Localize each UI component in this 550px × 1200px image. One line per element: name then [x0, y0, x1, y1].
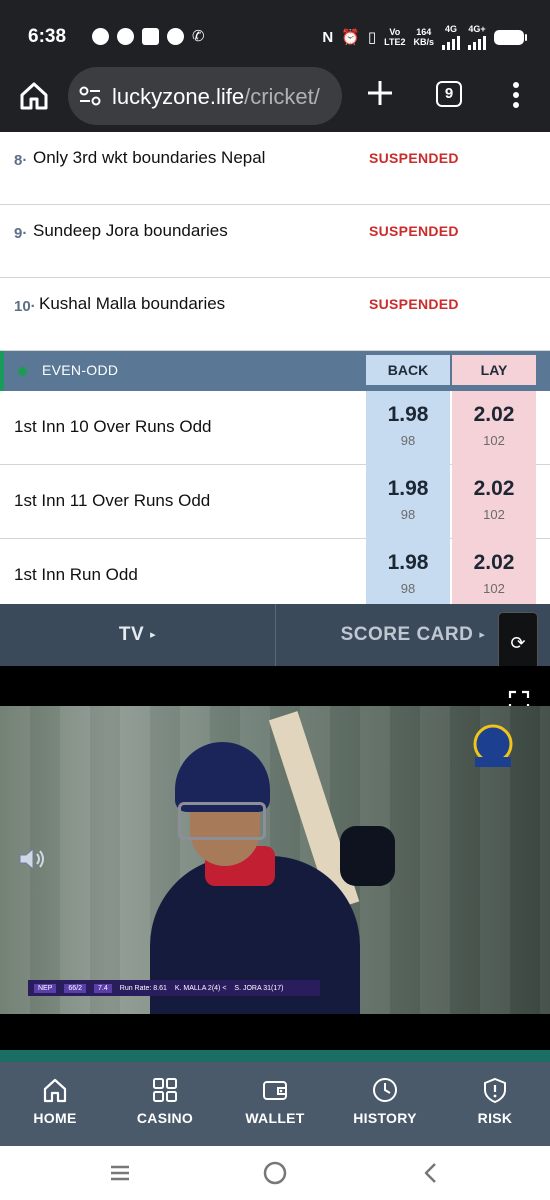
- url-text: luckyzone.life/cricket/: [112, 84, 320, 109]
- alarm-icon: ⏰: [341, 29, 360, 46]
- market-name: Only 3rd wkt boundaries Nepal: [33, 148, 266, 167]
- chevron-right-icon: ▸: [150, 629, 157, 641]
- market-index: 8·: [14, 152, 28, 169]
- back-icon[interactable]: [418, 1160, 444, 1186]
- nav-risk[interactable]: RISK: [440, 1062, 550, 1146]
- media-tabs: TV ▸ SCORE CARD ▸: [0, 604, 550, 666]
- divider: [0, 1050, 550, 1062]
- even-odd-row: 1st Inn 11 Over Runs Odd 1.98 98 2.02 10…: [0, 465, 550, 539]
- lay-price: 2.02: [473, 551, 515, 574]
- home-circle-icon[interactable]: [262, 1160, 288, 1186]
- live-dot-icon: [18, 367, 27, 376]
- home-icon[interactable]: [18, 80, 50, 112]
- fancy-market-row: 9· Sundeep Jora boundaries SUSPENDED: [0, 205, 550, 278]
- back-price: 1.98: [387, 551, 429, 574]
- suspended-status: SUSPENDED: [369, 296, 459, 312]
- speaker-icon[interactable]: [18, 846, 48, 872]
- fancy-market-row: 10· Kushal Malla boundaries SUSPENDED: [0, 278, 550, 351]
- back-price: 1.98: [387, 403, 429, 426]
- phone-icon: ✆: [192, 28, 205, 45]
- suspended-status: SUSPENDED: [369, 223, 459, 239]
- back-size: 98: [400, 433, 416, 448]
- section-title: EVEN-ODD: [42, 362, 119, 378]
- nav-casino[interactable]: CASINO: [110, 1062, 220, 1146]
- market-content: 8· Only 3rd wkt boundaries Nepal SUSPEND…: [0, 132, 550, 613]
- vibrate-icon: ▯: [367, 29, 377, 46]
- sim1-signal: 4G: [442, 24, 460, 50]
- nav-history[interactable]: HISTORY: [330, 1062, 440, 1146]
- suspended-status: SUSPENDED: [369, 150, 459, 166]
- back-size: 98: [400, 581, 416, 596]
- lay-size: 102: [483, 581, 505, 596]
- tab-switcher-button[interactable]: 9: [436, 81, 462, 107]
- whatsapp-icon: [117, 28, 134, 45]
- sim2-signal: 4G+: [468, 24, 486, 50]
- clock-icon: [373, 1078, 397, 1102]
- network-speed: 164 KB/s: [413, 27, 434, 47]
- wallet-icon: [263, 1081, 287, 1100]
- video-frame: NEP 66/2 7.4 Run Rate: 8.61 K. MALLA 2(4…: [0, 706, 550, 1014]
- status-bar: 6:38 ✆ N ⏰ ▯ Vo LTE2 164 KB/s 4G 4G+: [0, 0, 550, 64]
- lay-price: 2.02: [473, 477, 515, 500]
- chevron-right-icon: ▸: [479, 629, 486, 641]
- lay-column-header: LAY: [452, 355, 536, 385]
- lay-size: 102: [483, 433, 505, 448]
- lay-odds-button[interactable]: 2.02 102: [452, 465, 536, 539]
- live-video-player[interactable]: NEP 66/2 7.4 Run Rate: 8.61 K. MALLA 2(4…: [0, 666, 550, 1050]
- back-column-header: BACK: [366, 355, 450, 385]
- square-app-icon: [142, 28, 159, 45]
- signal-bars-icon: [468, 34, 486, 50]
- even-odd-row: 1st Inn Run Odd 1.98 98 2.02 102: [0, 539, 550, 613]
- facebook-icon: [167, 28, 184, 45]
- lay-price: 2.02: [473, 403, 515, 426]
- market-index: 9·: [14, 225, 28, 242]
- tab-tv[interactable]: TV ▸: [0, 604, 275, 666]
- nav-home[interactable]: HOME: [0, 1062, 110, 1146]
- market-name: Sundeep Jora boundaries: [33, 221, 228, 240]
- overflow-menu-icon[interactable]: [510, 80, 522, 110]
- grid-icon: [153, 1078, 177, 1102]
- score-overlay: NEP 66/2 7.4 Run Rate: 8.61 K. MALLA 2(4…: [28, 980, 320, 996]
- lay-odds-button[interactable]: 2.02 102: [452, 539, 536, 613]
- nav-wallet[interactable]: WALLET: [220, 1062, 330, 1146]
- fancy-market-row: 8· Only 3rd wkt boundaries Nepal SUSPEND…: [0, 132, 550, 205]
- back-odds-button[interactable]: 1.98 98: [366, 391, 450, 465]
- volte-label: Vo LTE2: [384, 27, 406, 47]
- battery-icon: [494, 29, 527, 45]
- even-odd-row: 1st Inn 10 Over Runs Odd 1.98 98 2.02 10…: [0, 391, 550, 465]
- back-odds-button[interactable]: 1.98 98: [366, 539, 450, 613]
- lay-size: 102: [483, 507, 505, 522]
- whatsapp-icon: [92, 28, 109, 45]
- lay-odds-button[interactable]: 2.02 102: [452, 391, 536, 465]
- broadcaster-logo: [473, 724, 513, 767]
- back-price: 1.98: [387, 477, 429, 500]
- batting-glove: [340, 826, 395, 886]
- refresh-icon[interactable]: ⟳: [498, 612, 538, 672]
- back-odds-button[interactable]: 1.98 98: [366, 465, 450, 539]
- notification-icons: ✆: [92, 28, 209, 45]
- system-navigation-bar: [0, 1146, 550, 1200]
- market-name: 1st Inn 11 Over Runs Odd: [14, 491, 211, 510]
- browser-toolbar: luckyzone.life/cricket/ 9: [0, 64, 550, 132]
- site-settings-icon[interactable]: [78, 85, 102, 107]
- address-bar[interactable]: luckyzone.life/cricket/: [68, 67, 342, 125]
- bottom-navigation: HOME CASINO WALLET HISTORY RISK: [0, 1062, 550, 1146]
- system-status: N ⏰ ▯ Vo LTE2 164 KB/s 4G 4G+: [322, 24, 527, 50]
- market-name: 1st Inn 10 Over Runs Odd: [14, 417, 212, 436]
- signal-bars-icon: [442, 34, 460, 50]
- even-odd-header[interactable]: EVEN-ODD BACK LAY: [0, 351, 550, 391]
- home-icon: [43, 1078, 67, 1103]
- status-time: 6:38: [28, 26, 67, 47]
- new-tab-icon[interactable]: [365, 78, 395, 108]
- market-name: 1st Inn Run Odd: [14, 565, 138, 584]
- nfc-icon: N: [322, 28, 334, 46]
- recent-apps-icon[interactable]: [107, 1160, 133, 1186]
- back-size: 98: [400, 507, 416, 522]
- market-index: 10·: [14, 298, 36, 315]
- market-name: Kushal Malla boundaries: [39, 294, 226, 313]
- shield-alert-icon: [484, 1077, 506, 1104]
